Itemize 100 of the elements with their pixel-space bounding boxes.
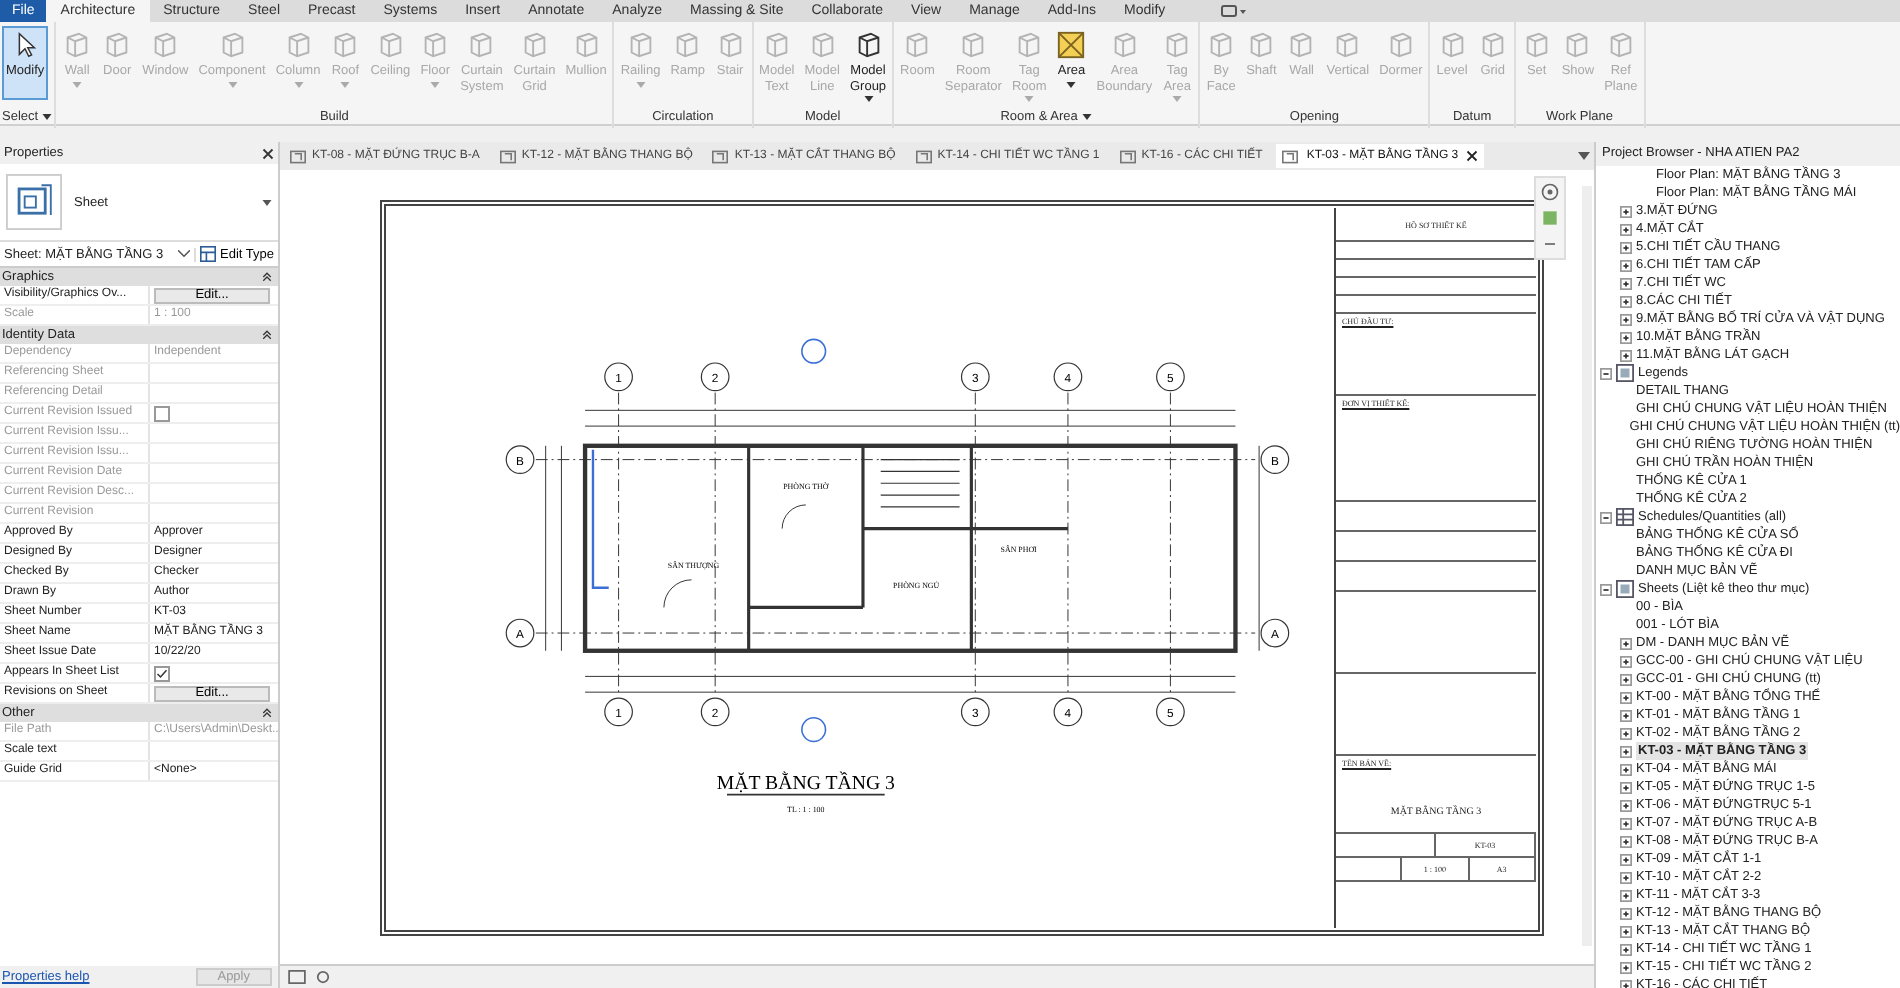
box-icon (102, 30, 133, 60)
caret-icon (227, 81, 237, 87)
box-icon (853, 30, 884, 60)
expand-toggle-icon[interactable] (1620, 295, 1632, 307)
expand-toggle-icon[interactable] (1620, 313, 1632, 325)
sheet-icon (712, 149, 729, 163)
expand-toggle-icon[interactable] (1600, 511, 1612, 523)
box-icon (761, 30, 792, 60)
caret-icon (635, 81, 646, 87)
expand-toggle-icon[interactable] (1620, 781, 1632, 793)
close-icon[interactable] (262, 147, 274, 159)
expand-toggle-icon[interactable] (1620, 853, 1632, 865)
sheet-icon (915, 149, 932, 163)
box-icon (1521, 30, 1552, 60)
navigation-bar[interactable] (1534, 176, 1566, 260)
box-icon (330, 30, 361, 60)
box-icon (283, 30, 314, 60)
sheet-icon (6, 174, 62, 230)
box-icon (571, 30, 602, 60)
expand-toggle-icon[interactable] (1620, 889, 1632, 901)
box-icon (150, 30, 181, 60)
expand-toggle-icon[interactable] (1620, 655, 1632, 667)
expand-toggle-icon[interactable] (1620, 223, 1632, 235)
box-icon (519, 30, 550, 60)
box-icon (1014, 30, 1045, 60)
chevron-down-icon (178, 250, 191, 258)
expand-toggle-icon[interactable] (1620, 907, 1632, 919)
box-icon (1162, 30, 1193, 60)
box-icon (672, 30, 703, 60)
expand-toggle-icon[interactable] (1620, 979, 1632, 988)
sheet-icon (1282, 149, 1299, 163)
scrollbar[interactable] (1582, 186, 1592, 946)
expand-toggle-icon[interactable] (1600, 367, 1612, 379)
collapse-icon[interactable] (262, 330, 272, 340)
caret-icon (1081, 114, 1092, 120)
box-icon (420, 30, 451, 60)
edit-type-icon (200, 246, 217, 262)
expand-toggle-icon[interactable] (1620, 691, 1632, 703)
expand-toggle-icon[interactable] (1620, 259, 1632, 271)
expand-toggle-icon[interactable] (1620, 763, 1632, 775)
expand-toggle-icon[interactable] (1620, 799, 1632, 811)
sheet-icon (499, 149, 516, 163)
expand-toggle-icon[interactable] (1620, 835, 1632, 847)
window-icon[interactable] (1219, 4, 1248, 18)
caret-icon (293, 81, 304, 87)
box-icon (1385, 30, 1416, 60)
box-icon (62, 30, 93, 60)
drawing-title: MẶT BẰNG TẦNG 3 (716, 772, 895, 795)
expand-toggle-icon[interactable] (1620, 349, 1632, 361)
caret-icon[interactable] (1578, 152, 1590, 160)
checkbox[interactable] (154, 665, 170, 681)
sheet-icon (1119, 149, 1136, 163)
caret-icon (863, 96, 874, 102)
box-icon (1286, 30, 1317, 60)
expand-toggle-icon[interactable] (1620, 817, 1632, 829)
box-icon (375, 30, 406, 60)
box-icon (1332, 30, 1363, 60)
expand-toggle-icon[interactable] (1620, 871, 1632, 883)
expand-toggle-icon[interactable] (1620, 205, 1632, 217)
box-icon (1562, 30, 1593, 60)
expand-toggle-icon[interactable] (1620, 709, 1632, 721)
box-icon (1109, 30, 1140, 60)
sheet-icon (290, 149, 306, 163)
caret-icon (72, 81, 83, 87)
expand-toggle-icon[interactable] (1620, 673, 1632, 685)
box-icon (902, 30, 933, 60)
box-icon (1437, 30, 1468, 60)
expand-toggle-icon[interactable] (1620, 277, 1632, 289)
expand-toggle-icon[interactable] (1620, 727, 1632, 739)
box-icon (1206, 30, 1237, 60)
expand-toggle-icon[interactable] (1620, 745, 1632, 757)
box-icon (715, 30, 746, 60)
box-icon (1246, 30, 1277, 60)
expand-toggle-icon[interactable] (1620, 241, 1632, 253)
caret-icon (42, 114, 53, 120)
expand-toggle-icon[interactable] (1600, 583, 1612, 595)
box-icon (625, 30, 656, 60)
table-icon (1616, 508, 1634, 526)
box-icon (466, 30, 497, 60)
caret-icon (1066, 81, 1077, 87)
expand-toggle-icon[interactable] (1620, 331, 1632, 343)
expand-toggle-icon[interactable] (1620, 637, 1632, 649)
sheet-icon (1616, 364, 1634, 382)
caret-icon (1172, 96, 1183, 102)
caret-icon[interactable] (262, 199, 272, 205)
collapse-icon[interactable] (262, 708, 272, 718)
sheet-icon (1616, 580, 1634, 598)
expand-toggle-icon[interactable] (1620, 925, 1632, 937)
box-icon (1477, 30, 1508, 60)
area-icon (1056, 30, 1087, 60)
box-icon (958, 30, 989, 60)
collapse-icon[interactable] (262, 272, 272, 282)
close-icon[interactable] (1466, 150, 1479, 162)
box-icon (1605, 30, 1636, 60)
expand-toggle-icon[interactable] (1620, 961, 1632, 973)
box-icon (807, 30, 838, 60)
caret-icon (1024, 96, 1035, 102)
caret-icon (340, 81, 351, 87)
expand-toggle-icon[interactable] (1620, 943, 1632, 955)
box-icon (217, 30, 247, 60)
